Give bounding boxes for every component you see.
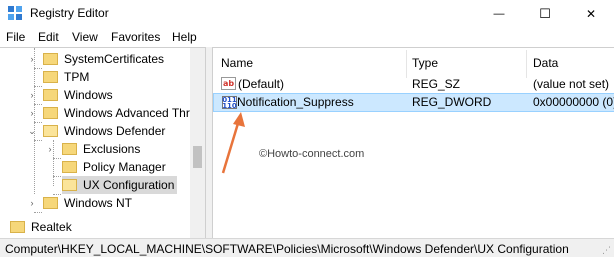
tree-item-tpm[interactable]: TPM: [43, 68, 89, 86]
list-row-notification-suppress[interactable]: 011 110 Notification_Suppress REG_DWORD …: [213, 93, 614, 112]
column-header-type[interactable]: Type: [412, 56, 438, 70]
tree-item-windows-advanced-threat[interactable]: Windows Advanced Thr: [43, 104, 190, 122]
close-button[interactable]: ✕: [568, 0, 614, 27]
tree-item-windows[interactable]: Windows: [43, 86, 113, 104]
annotation-arrow: [221, 112, 245, 174]
close-icon: ✕: [585, 6, 597, 21]
tree-item-label: SystemCertificates: [64, 52, 165, 66]
column-header-name[interactable]: Name: [221, 56, 253, 70]
registry-editor-icon: [8, 6, 22, 20]
key-tree[interactable]: › SystemCertificates TPM › Windows › Win…: [0, 47, 206, 238]
tree-line: [34, 212, 42, 213]
list-row-default[interactable]: ab (Default) REG_SZ (value not set): [213, 75, 614, 94]
tree-item-label: Windows: [64, 88, 113, 102]
menu-file[interactable]: File: [6, 30, 25, 44]
open-folder-icon: [43, 125, 58, 137]
tree-item-policy-manager[interactable]: Policy Manager: [62, 158, 166, 176]
column-header-data[interactable]: Data: [533, 56, 558, 70]
tree-item-windows-defender[interactable]: Windows Defender: [43, 122, 165, 140]
folder-icon: [43, 107, 58, 119]
folder-icon: [43, 89, 58, 101]
resize-grip-icon[interactable]: ⋰: [602, 245, 612, 255]
expand-chevron-icon[interactable]: ›: [27, 104, 37, 122]
tree-item-label: Windows NT: [64, 196, 133, 210]
value-name: (Default): [238, 77, 285, 91]
column-separator[interactable]: [526, 50, 527, 78]
tree-item-label: Windows Defender: [64, 124, 166, 138]
value-data: (value not set): [533, 77, 610, 91]
tree-item-ux-configuration[interactable]: UX Configuration: [62, 176, 178, 194]
tree-line: [34, 68, 42, 69]
tree-item-windows-nt[interactable]: Windows NT: [43, 194, 132, 212]
tree-line: [53, 158, 61, 159]
key-path: Computer\HKEY_LOCAL_MACHINE\SOFTWARE\Pol…: [5, 242, 569, 256]
tree-item-exclusions[interactable]: Exclusions: [62, 140, 140, 158]
open-folder-icon: [62, 179, 77, 191]
menu-view[interactable]: View: [72, 30, 98, 44]
tree-line: [34, 140, 42, 141]
minimize-button[interactable]: —: [476, 0, 522, 27]
value-data: 0x00000000 (0): [533, 95, 614, 109]
menu-edit[interactable]: Edit: [38, 30, 59, 44]
menu-bar: File Edit View Favorites Help: [0, 27, 614, 47]
string-value-icon: ab: [221, 77, 236, 90]
expand-chevron-icon[interactable]: ›: [45, 140, 55, 158]
folder-icon: [10, 221, 25, 233]
expand-chevron-icon[interactable]: ›: [27, 50, 37, 68]
folder-icon: [43, 71, 58, 83]
tree-item-label: Realtek: [31, 220, 72, 234]
value-type: REG_DWORD: [412, 95, 492, 109]
scrollbar-thumb[interactable]: [193, 146, 202, 168]
folder-icon: [43, 53, 58, 65]
minimize-icon: —: [493, 7, 505, 20]
maximize-button[interactable]: ☐: [522, 0, 568, 27]
tree-item-label: Policy Manager: [83, 160, 166, 174]
tree-line: [53, 176, 61, 177]
values-list[interactable]: Name Type Data ab (Default) REG_SZ (valu…: [212, 47, 614, 238]
collapse-chevron-icon[interactable]: ⌄: [27, 122, 37, 140]
folder-icon: [62, 161, 77, 173]
tree-item-label: UX Configuration: [83, 178, 175, 192]
maximize-icon: ☐: [539, 5, 551, 21]
status-bar: Computer\HKEY_LOCAL_MACHINE\SOFTWARE\Pol…: [0, 238, 614, 257]
folder-icon: [62, 143, 77, 155]
watermark: ©Howto-connect.com: [259, 148, 365, 160]
value-name: Notification_Suppress: [237, 95, 354, 109]
tree-item-label: Exclusions: [83, 142, 141, 156]
column-separator[interactable]: [406, 50, 407, 78]
value-type: REG_SZ: [412, 77, 461, 91]
expand-chevron-icon[interactable]: ›: [27, 86, 37, 104]
expand-chevron-icon[interactable]: ›: [27, 194, 37, 212]
folder-icon: [43, 197, 58, 209]
tree-item-realtek[interactable]: Realtek: [10, 218, 72, 236]
editor-content: › SystemCertificates TPM › Windows › Win…: [0, 47, 614, 238]
tree-item-systemcertificates[interactable]: SystemCertificates: [43, 50, 164, 68]
tree-item-label: Windows Advanced Thr: [64, 106, 190, 120]
menu-help[interactable]: Help: [172, 30, 197, 44]
tree-item-label: TPM: [64, 70, 90, 84]
menu-favorites[interactable]: Favorites: [111, 30, 160, 44]
tree-scrollbar[interactable]: [190, 48, 205, 238]
window-title: Registry Editor: [30, 6, 109, 20]
title-bar: Registry Editor — ☐ ✕: [0, 0, 614, 27]
